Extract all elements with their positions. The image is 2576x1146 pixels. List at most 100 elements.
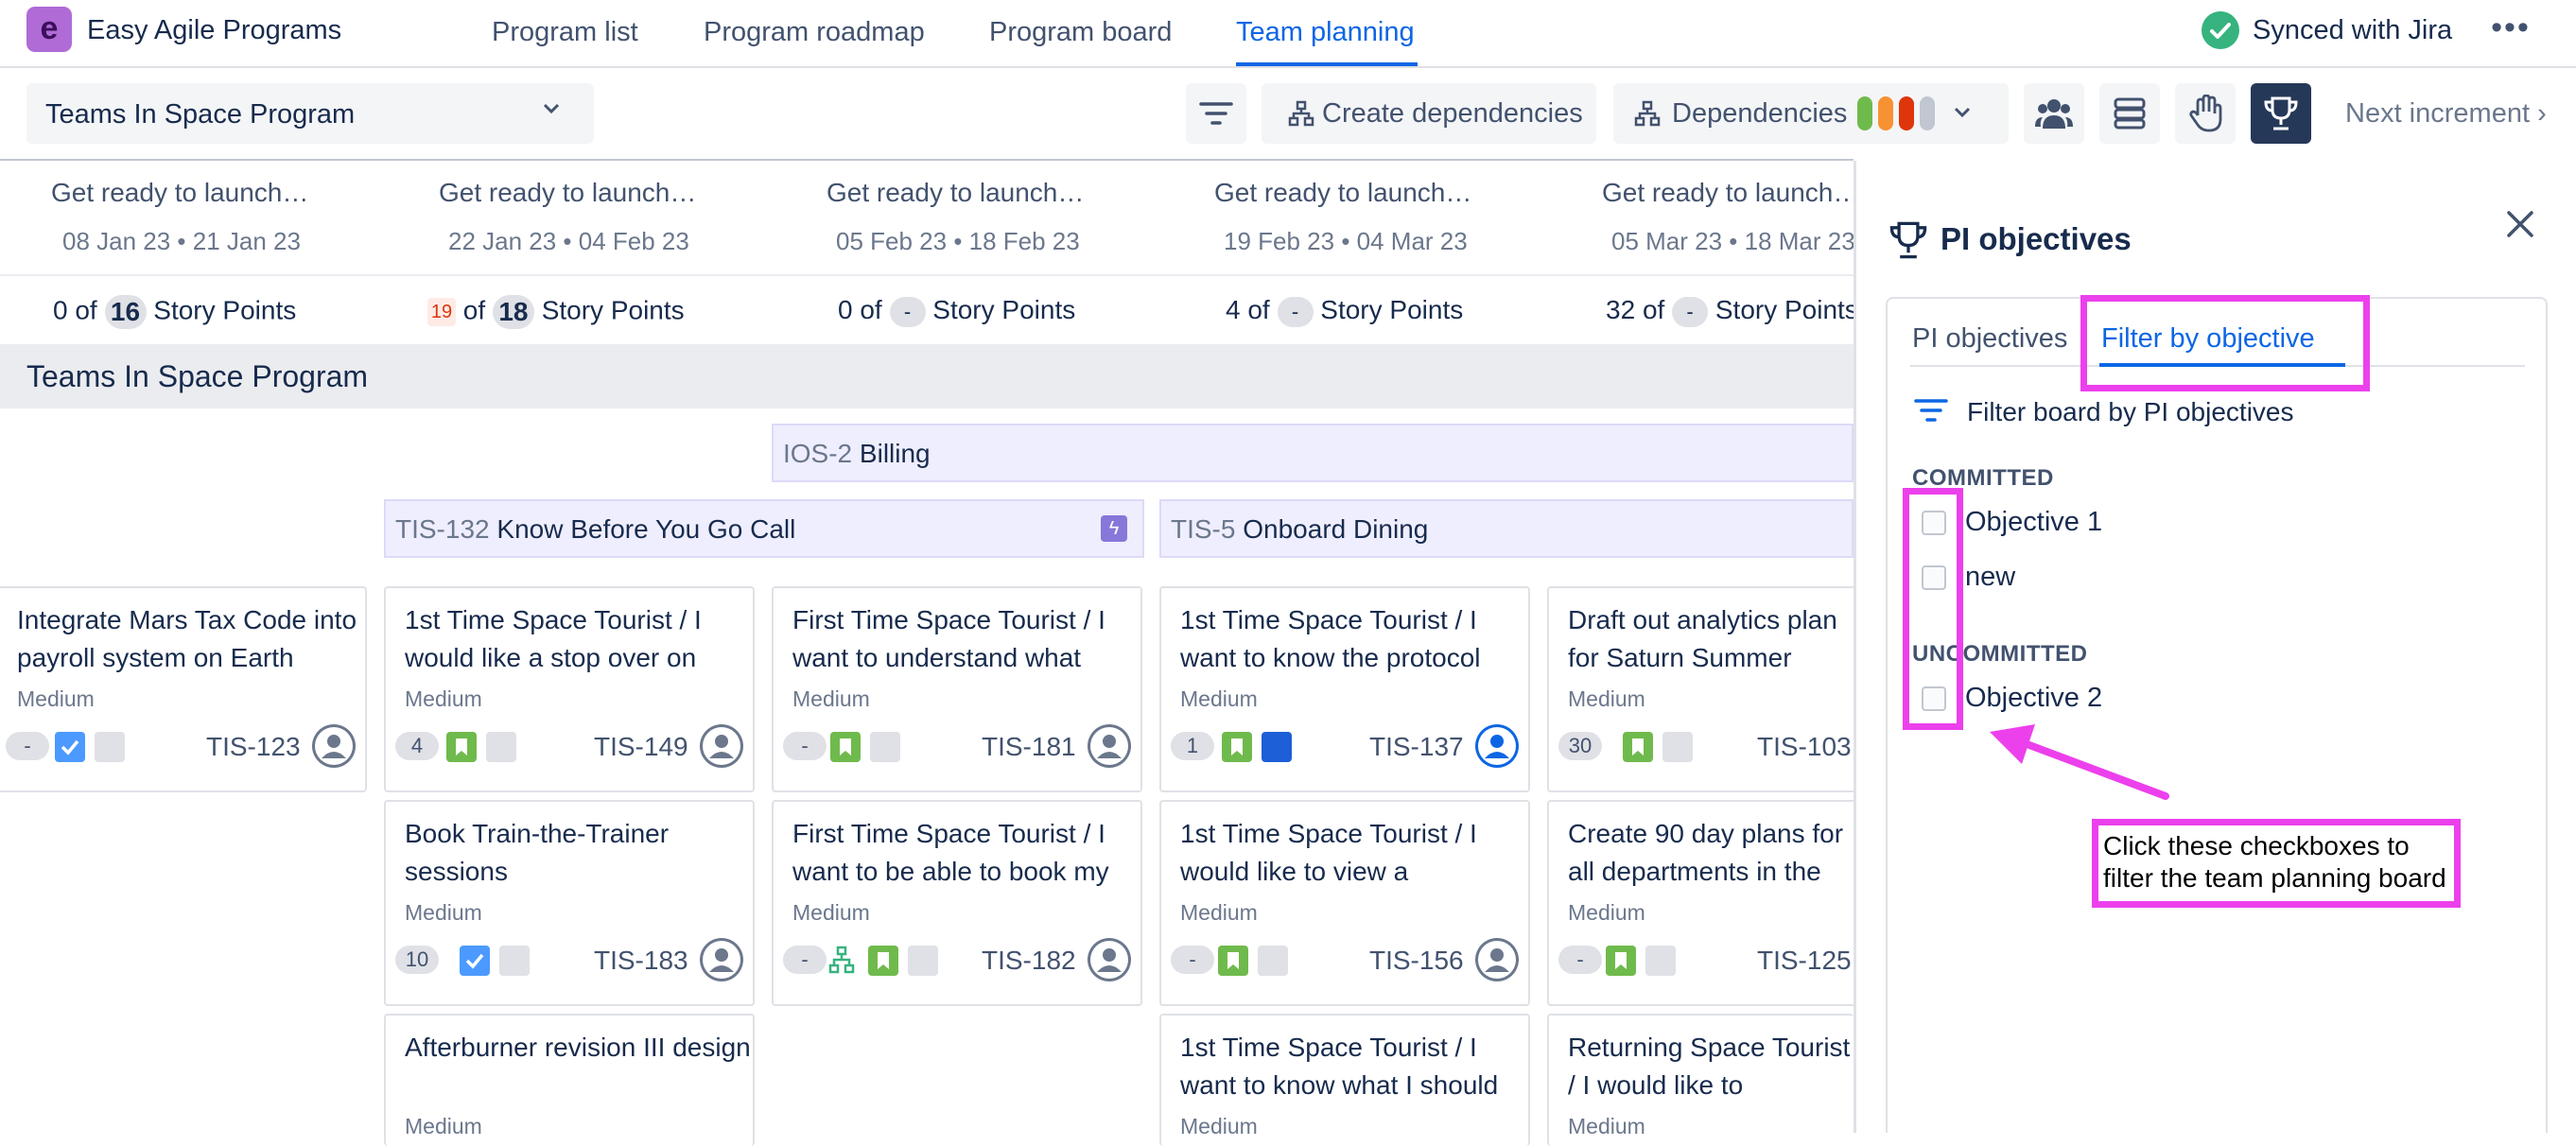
app-name: Easy Agile Programs	[87, 15, 342, 45]
card-key[interactable]: TIS-181	[982, 732, 1076, 762]
story-points-label: Story Points	[1714, 295, 1858, 324]
estimate-badge: -	[1171, 946, 1214, 974]
avatar[interactable]	[312, 724, 356, 768]
avatar[interactable]	[1088, 724, 1131, 768]
card-priority: Medium	[405, 686, 482, 711]
team-view-button[interactable]	[2024, 83, 2084, 144]
card-priority: Medium	[405, 1114, 482, 1138]
app-logo[interactable]: e	[26, 7, 72, 52]
chevron-right-icon: ›	[2537, 98, 2547, 129]
epic-name: Billing	[859, 439, 931, 468]
card-key[interactable]: TIS-183	[594, 946, 688, 976]
card-title: Afterburner revision III design	[405, 1033, 751, 1062]
sprint-dates: 05 Feb 23 • 18 Feb 23	[836, 227, 1080, 255]
filter-icon	[1199, 102, 1233, 125]
card-title: 1st Time Space Tourist / I would like a …	[405, 605, 702, 672]
stack-view-button[interactable]	[2099, 83, 2160, 144]
story-points-capacity: -	[889, 296, 926, 327]
card-key[interactable]: TIS-103	[1757, 732, 1852, 762]
sprint-title[interactable]: Get ready to launch…	[827, 178, 1084, 208]
status-square	[1258, 946, 1288, 976]
objective-label[interactable]: Objective 1	[1965, 507, 2102, 538]
dependency-color-gray	[1920, 96, 1935, 130]
avatar[interactable]	[700, 724, 743, 768]
card-key[interactable]: TIS-123	[206, 732, 301, 762]
tab-program-list[interactable]: Program list	[492, 17, 638, 48]
card-priority: Medium	[792, 900, 870, 925]
status-square	[95, 732, 125, 762]
card-key[interactable]: TIS-182	[982, 946, 1076, 976]
story-icon	[830, 732, 861, 762]
sprint-title[interactable]: Get ready to launch…	[1602, 178, 1859, 208]
of-label: of	[75, 295, 97, 325]
objective-label[interactable]: new	[1965, 562, 2015, 593]
avatar[interactable]	[1475, 938, 1519, 981]
story-points-summary: 0 of 16 Story Points	[53, 295, 296, 329]
story-points-capacity: -	[1277, 296, 1314, 327]
avatar[interactable]	[700, 938, 743, 981]
story-points-capacity: 18	[492, 295, 534, 329]
story-icon	[1222, 732, 1252, 762]
story-icon	[868, 946, 898, 976]
sprint-dates: 22 Jan 23 • 04 Feb 23	[448, 227, 689, 255]
epic-key: IOS-2	[783, 439, 853, 468]
chevron-down-icon	[1950, 100, 1975, 130]
filter-button[interactable]	[1186, 83, 1246, 144]
story-points-done: 4	[1226, 295, 1241, 324]
tab-team-planning[interactable]: Team planning	[1236, 17, 1415, 48]
pi-objectives-button[interactable]	[2251, 83, 2311, 144]
status-square	[486, 732, 516, 762]
epic-label: IOS-2 Billing	[783, 439, 931, 469]
objective-label[interactable]: Objective 2	[1965, 683, 2102, 714]
tab-program-roadmap[interactable]: Program roadmap	[704, 17, 925, 48]
epic-key: TIS-5	[1171, 514, 1236, 544]
task-checkbox-icon	[460, 946, 490, 976]
next-increment-link[interactable]: Next increment ›	[2345, 98, 2547, 130]
panel-title: PI objectives	[1941, 221, 2132, 256]
sprint-title[interactable]: Get ready to launch…	[1214, 178, 1471, 208]
estimate-badge: 1	[1171, 732, 1214, 760]
dependency-color-green	[1857, 96, 1872, 130]
close-icon[interactable]	[2497, 200, 2544, 248]
story-points-label: Story Points	[1320, 295, 1464, 324]
card-title: Returning Space Tourist / I would like t…	[1568, 1033, 1851, 1100]
card-key[interactable]: TIS-137	[1369, 732, 1464, 762]
avatar[interactable]	[1475, 724, 1519, 768]
board-border	[0, 159, 1854, 161]
of-label: of	[1247, 295, 1270, 324]
sprint-title[interactable]: Get ready to launch…	[51, 178, 308, 208]
chevron-down-icon	[539, 96, 564, 128]
task-checkbox-icon	[55, 732, 85, 762]
card-key[interactable]: TIS-149	[594, 732, 688, 762]
epic-label: TIS-5 Onboard Dining	[1171, 514, 1428, 545]
create-dependencies-label: Create dependencies	[1322, 98, 1583, 129]
epic-label: TIS-132 Know Before You Go Call	[395, 514, 795, 545]
story-points-done: 0	[53, 295, 68, 325]
story-points-capacity: -	[1672, 296, 1709, 327]
raised-hand-icon	[2189, 95, 2222, 132]
status-square	[1662, 732, 1693, 762]
highlight-box	[2080, 295, 2370, 391]
epic-bar[interactable]	[772, 424, 1854, 482]
story-points-summary: 19 of 18 Story Points	[427, 295, 685, 329]
story-points-done: 0	[838, 295, 853, 324]
sprint-divider	[0, 274, 1854, 276]
avatar[interactable]	[1088, 938, 1131, 981]
of-label: of	[1642, 295, 1665, 324]
card-title: Book Train-the-Trainer sessions	[405, 819, 670, 886]
tab-program-board[interactable]: Program board	[989, 17, 1172, 48]
card-title: First Time Space Tourist / I want to und…	[792, 605, 1105, 672]
more-actions-icon[interactable]: •••	[2487, 11, 2534, 51]
dependency-icon	[828, 946, 855, 979]
card-key[interactable]: TIS-125	[1757, 946, 1852, 976]
card-priority: Medium	[1568, 900, 1645, 925]
trophy-icon	[2264, 96, 2298, 130]
sprint-title[interactable]: Get ready to launch…	[439, 178, 696, 208]
of-label: of	[860, 295, 882, 324]
card-priority: Medium	[792, 686, 870, 711]
card-key[interactable]: TIS-156	[1369, 946, 1464, 976]
card-priority: Medium	[1568, 686, 1645, 711]
raise-hand-button[interactable]	[2175, 83, 2236, 144]
tab-pi-objectives[interactable]: PI objectives	[1912, 323, 2067, 355]
story-icon	[1606, 946, 1636, 976]
